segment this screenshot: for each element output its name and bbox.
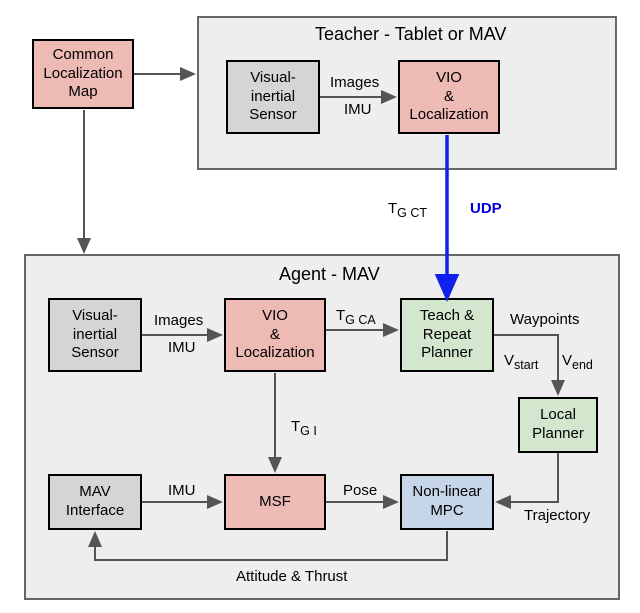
node-label: LocalPlanner — [532, 406, 584, 444]
node-teach-repeat-planner: Teach &RepeatPlanner — [400, 298, 494, 372]
edge-label-images: Images — [154, 312, 203, 329]
node-label: Teach &RepeatPlanner — [420, 307, 474, 363]
edge-label-waypoints: Waypoints — [510, 311, 579, 328]
edge-label-tgi: TG I — [291, 418, 317, 438]
edge-label-tgca: TG CA — [336, 307, 376, 327]
edge-label-udp: UDP — [470, 200, 502, 217]
node-label: Visual-inertialSensor — [249, 69, 297, 125]
edge-label-trajectory: Trajectory — [524, 507, 590, 524]
node-label: MSF — [259, 493, 291, 512]
edge-label-vend: Vend — [562, 352, 593, 372]
edge-label-imu: IMU — [168, 482, 196, 499]
node-label: MAVInterface — [66, 483, 124, 521]
edge-label-imu: IMU — [168, 339, 196, 356]
edge-label-attitude-thrust: Attitude & Thrust — [236, 568, 347, 585]
node-mav-interface: MAVInterface — [48, 474, 142, 530]
edge-label-pose: Pose — [343, 482, 377, 499]
node-msf: MSF — [224, 474, 326, 530]
node-teacher-visual-inertial-sensor: Visual-inertialSensor — [226, 60, 320, 134]
edge-label-images: Images — [330, 74, 379, 91]
edge-label-imu: IMU — [344, 101, 372, 118]
node-label: Visual-inertialSensor — [71, 307, 119, 363]
node-teacher-vio-localization: VIO&Localization — [398, 60, 500, 134]
node-label: Non-linearMPC — [412, 483, 481, 521]
container-title-teacher: Teacher - Tablet or MAV — [315, 24, 506, 45]
node-local-planner: LocalPlanner — [518, 397, 598, 453]
node-label: CommonLocalizationMap — [43, 46, 122, 102]
node-nonlinear-mpc: Non-linearMPC — [400, 474, 494, 530]
node-label: VIO&Localization — [235, 307, 314, 363]
node-agent-vio-localization: VIO&Localization — [224, 298, 326, 372]
node-label: VIO&Localization — [409, 69, 488, 125]
edge-label-tgct: TG CT — [388, 200, 427, 220]
container-title-agent: Agent - MAV — [279, 264, 380, 285]
edge-label-vstart: Vstart — [504, 352, 538, 372]
node-common-localization-map: CommonLocalizationMap — [32, 39, 134, 109]
node-agent-visual-inertial-sensor: Visual-inertialSensor — [48, 298, 142, 372]
